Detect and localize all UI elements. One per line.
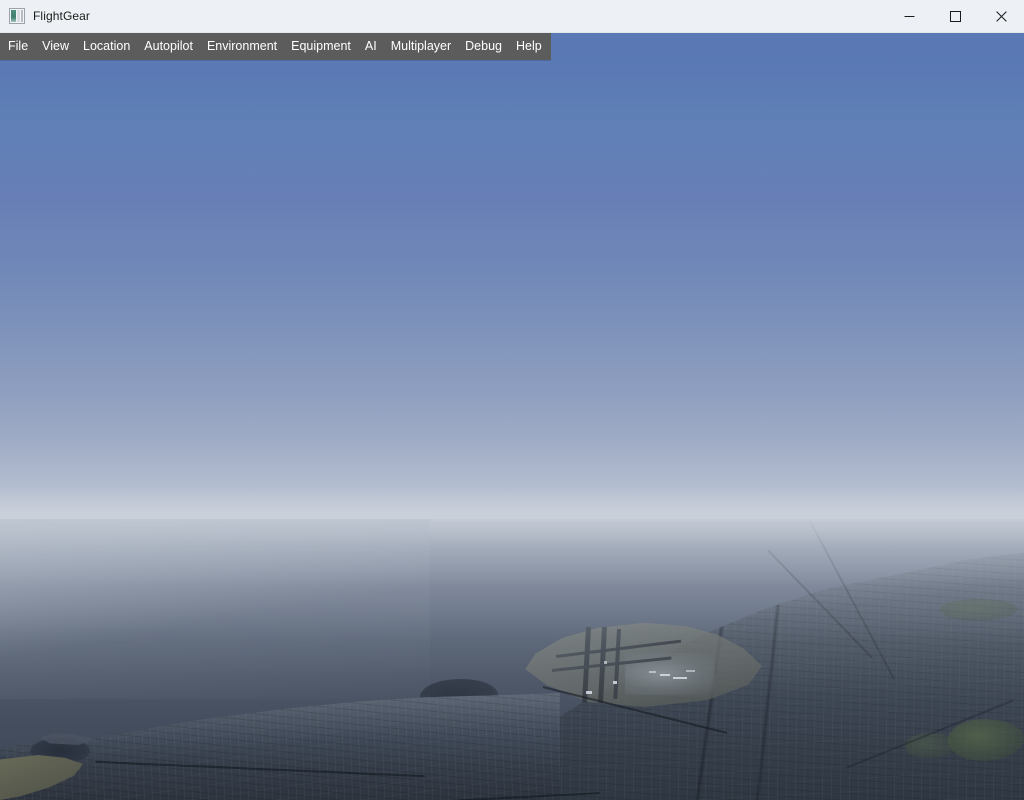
menu-item-ai[interactable]: AI (358, 33, 384, 60)
terminal-building (649, 671, 656, 673)
menu-item-equipment[interactable]: Equipment (284, 33, 358, 60)
close-button[interactable] (978, 0, 1024, 33)
menu-item-location[interactable]: Location (76, 33, 137, 60)
terminal-building (604, 661, 607, 664)
menu-item-file[interactable]: File (0, 33, 35, 60)
terminal-building (686, 670, 695, 672)
menu-item-debug[interactable]: Debug (458, 33, 509, 60)
terminal-building (586, 691, 592, 694)
window-title: FlightGear (33, 9, 91, 23)
title-bar: FlightGear (0, 0, 1024, 33)
simulator-viewport[interactable] (0, 33, 1024, 800)
terminal-building (613, 681, 617, 684)
menu-item-view[interactable]: View (35, 33, 76, 60)
menu-item-help[interactable]: Help (509, 33, 551, 60)
terminal-building (660, 674, 670, 676)
sky (0, 33, 1024, 533)
flightgear-app-icon (9, 8, 25, 24)
menu-item-multiplayer[interactable]: Multiplayer (384, 33, 458, 60)
terminal-building (673, 677, 687, 679)
menu-item-autopilot[interactable]: Autopilot (137, 33, 200, 60)
window-controls (886, 0, 1024, 33)
minimize-button[interactable] (886, 0, 932, 33)
menu-bar: File View Location Autopilot Environment Equi… (0, 33, 551, 60)
maximize-button[interactable] (932, 0, 978, 33)
flightgear-window: FlightGear File View Location Autopilot … (0, 0, 1024, 800)
menu-item-environment[interactable]: Environment (200, 33, 284, 60)
